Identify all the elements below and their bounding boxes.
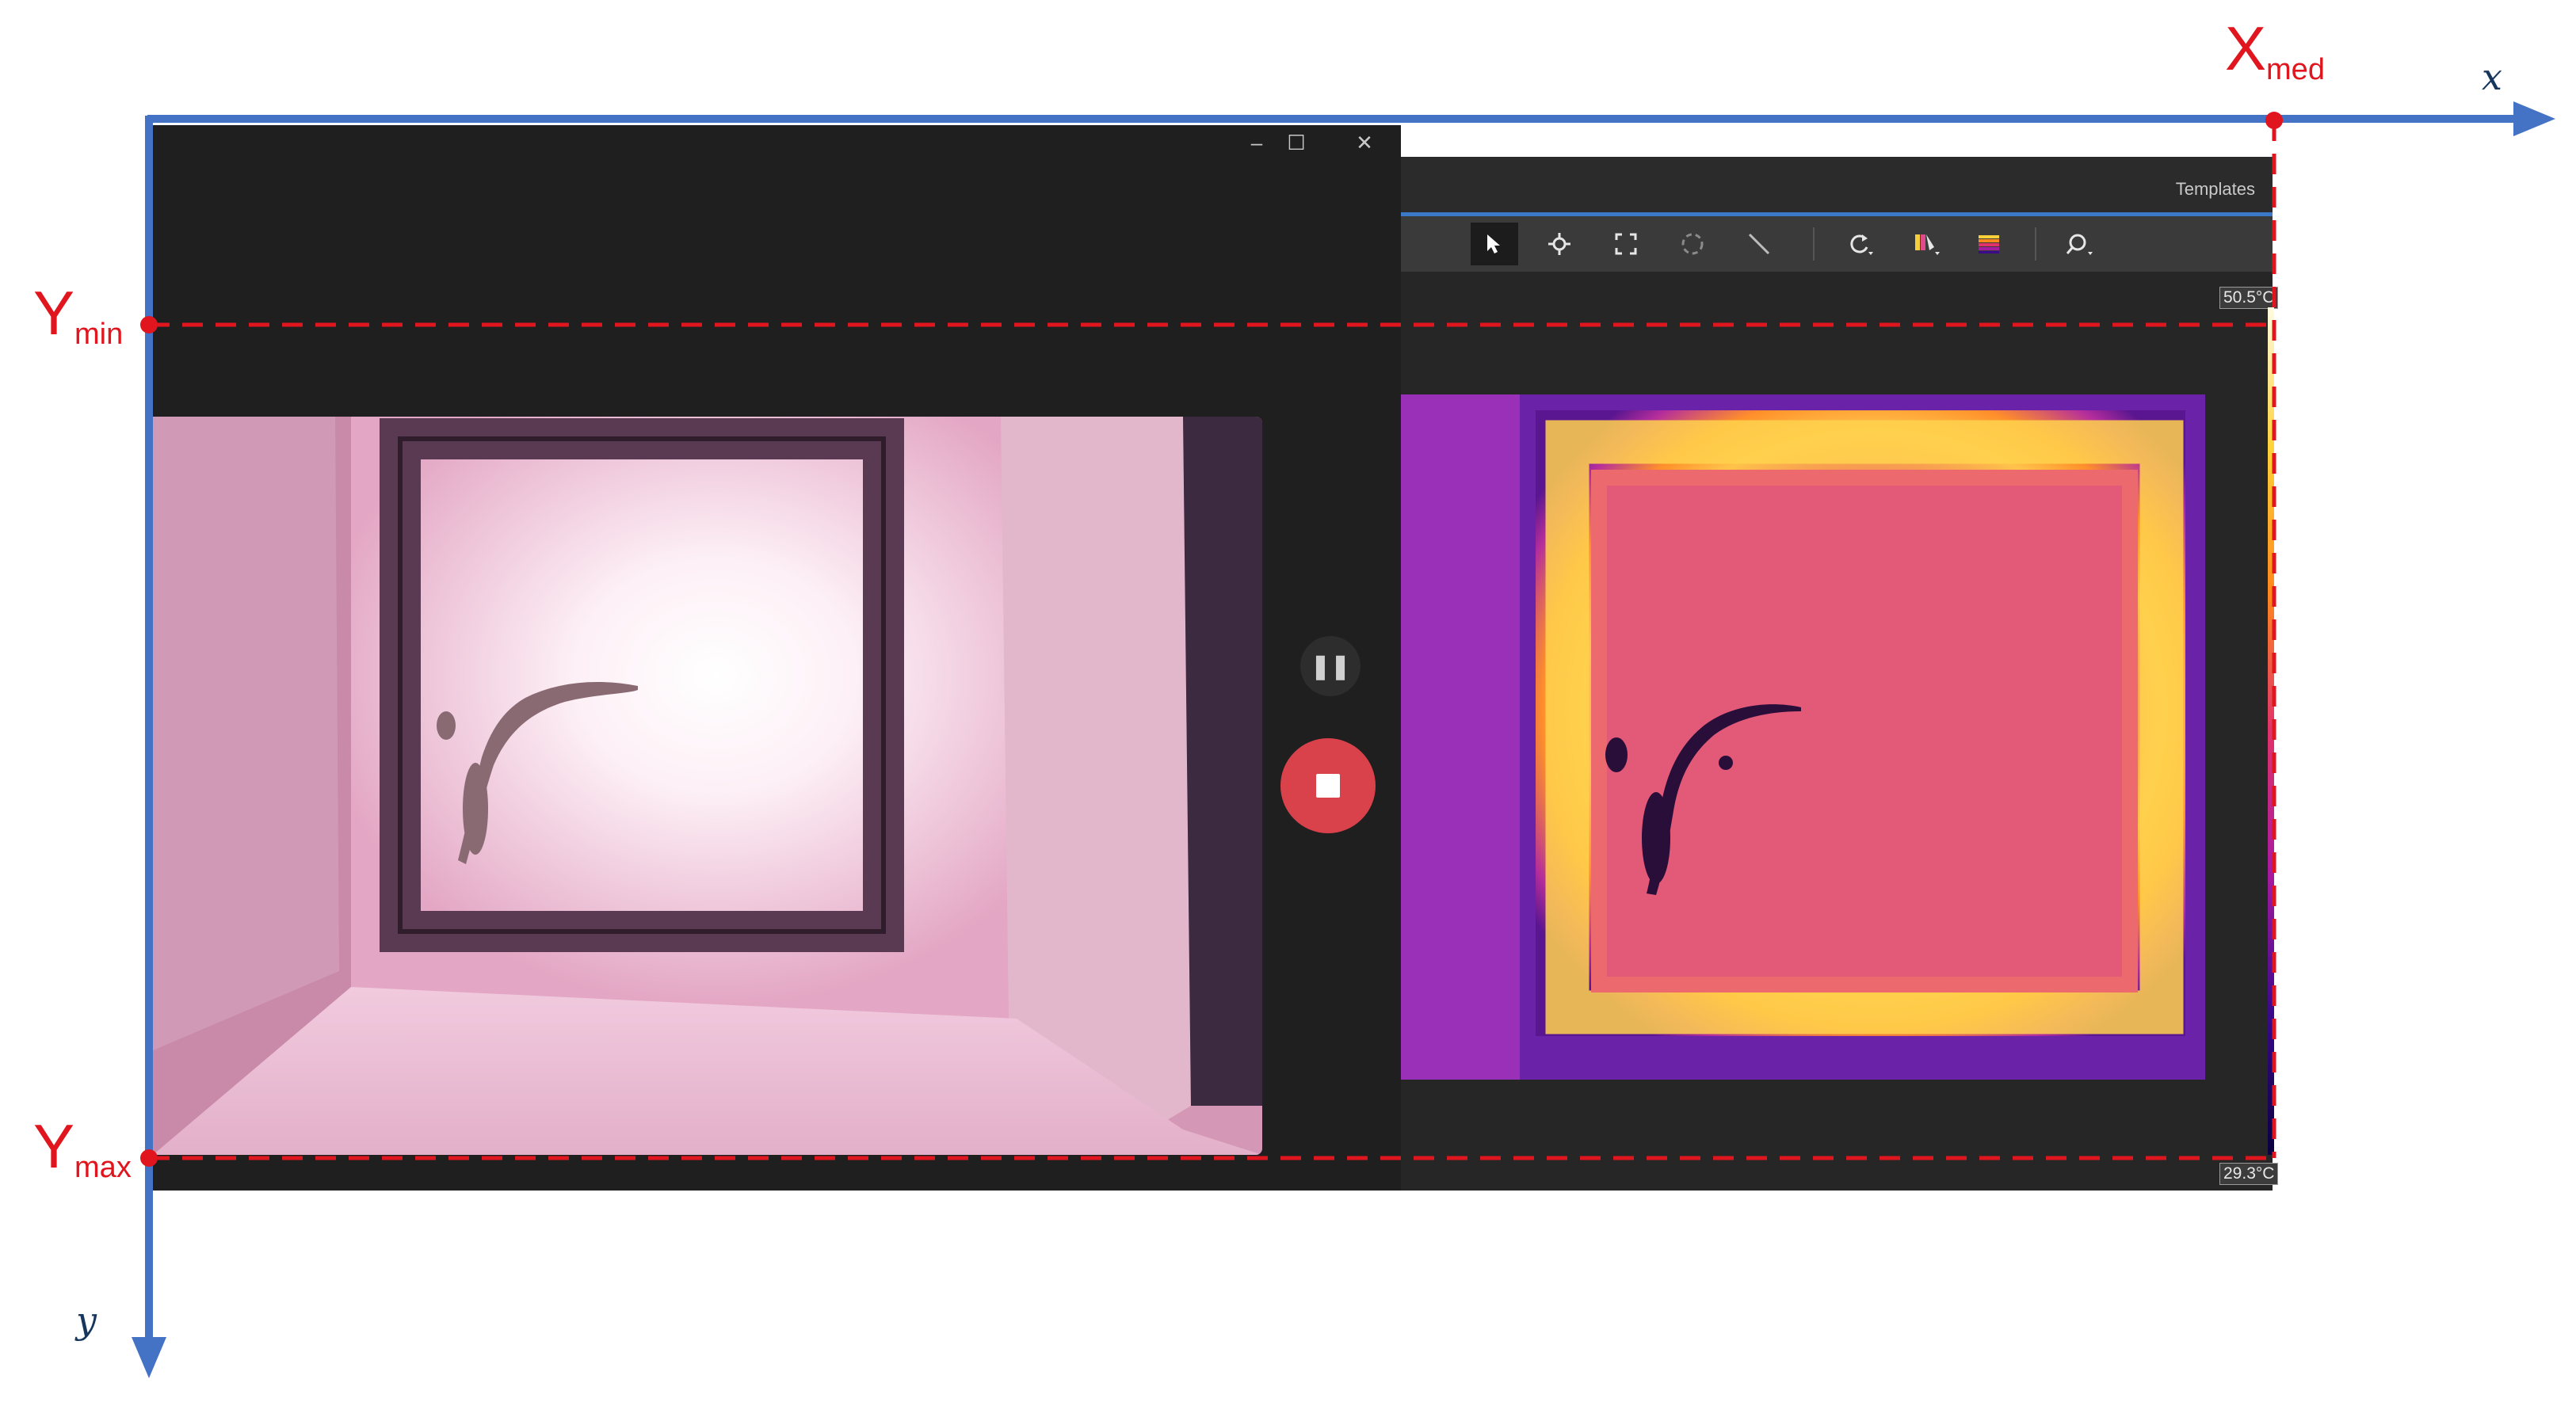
y-min-marker (140, 316, 158, 333)
y-axis-arrow (132, 116, 166, 1378)
guide-lines (140, 112, 2283, 1167)
x-med-label: Xmed (2225, 13, 2325, 86)
x-axis-label: x (2482, 55, 2502, 98)
x-med-marker (2265, 112, 2283, 129)
x-axis-arrow (147, 101, 2555, 136)
y-min-label: Ymin (33, 278, 124, 351)
y-max-marker (140, 1149, 158, 1167)
y-max-label: Ymax (33, 1111, 132, 1184)
axis-overlay (132, 101, 2555, 1378)
y-axis-label: y (76, 1299, 97, 1342)
